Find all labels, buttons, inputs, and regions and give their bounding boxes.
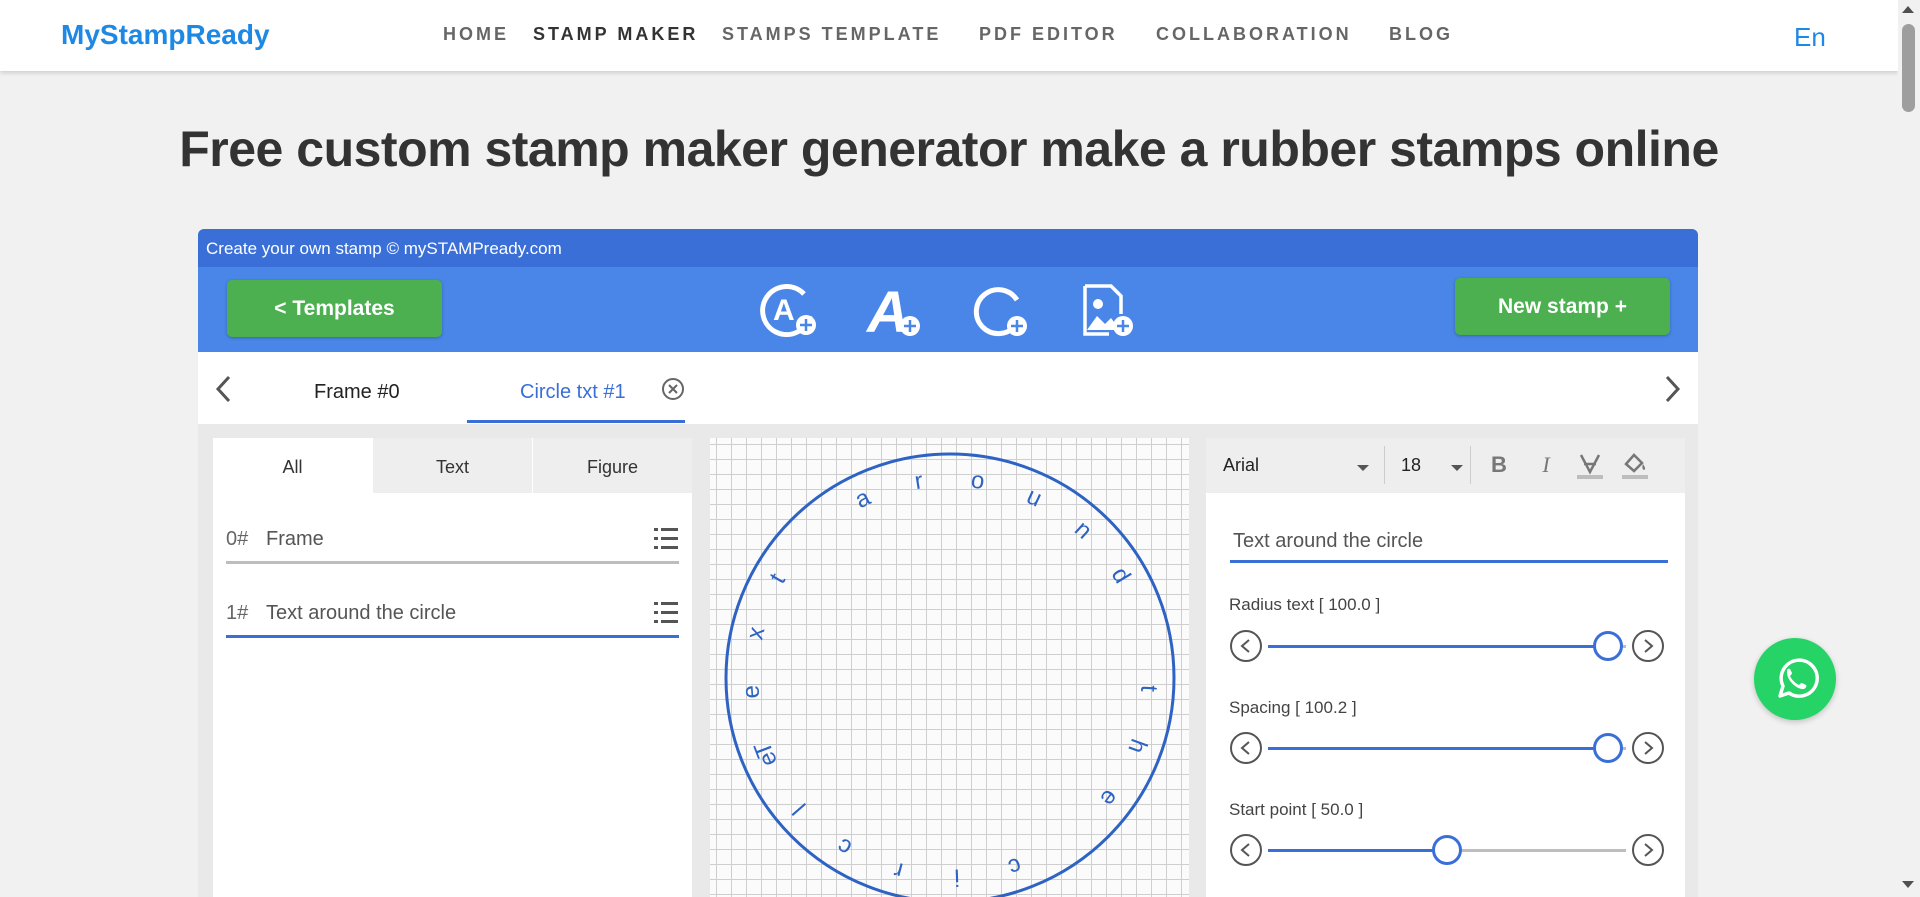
top-navbar: MyStampReady HOME STAMP MAKER STAMPS TEM… bbox=[0, 0, 1898, 71]
radius-slider-fill bbox=[1268, 645, 1609, 648]
radius-slider-knob[interactable] bbox=[1593, 631, 1624, 661]
properties-panel bbox=[1206, 438, 1685, 897]
templates-button[interactable]: < Templates bbox=[227, 280, 442, 337]
svg-text:A: A bbox=[773, 294, 795, 327]
scroll-thumb[interactable] bbox=[1902, 24, 1915, 112]
element-tabs-bar bbox=[198, 352, 1698, 425]
layer-label: Frame bbox=[266, 528, 324, 550]
start-point-slider-label: Start point [ 50.0 ] bbox=[1229, 800, 1364, 819]
circle-text-glyph: d bbox=[1106, 563, 1136, 588]
nav-stamps-template[interactable]: STAMPS TEMPLATE bbox=[722, 24, 941, 45]
whatsapp-button[interactable] bbox=[1754, 638, 1836, 720]
circle-text-input[interactable] bbox=[1230, 522, 1668, 563]
circle-text-glyph: r bbox=[891, 856, 906, 884]
stamp-canvas[interactable]: Textaroundthecircle bbox=[710, 438, 1189, 897]
stamp-circle bbox=[724, 452, 1176, 897]
spacing-slider-fill bbox=[1268, 747, 1609, 750]
start-point-decrease-icon[interactable] bbox=[1230, 834, 1262, 866]
close-tab-icon[interactable] bbox=[661, 377, 685, 401]
page-scrollbar[interactable] bbox=[1898, 0, 1920, 897]
bold-icon[interactable]: B bbox=[1484, 450, 1514, 480]
radius-decrease-icon[interactable] bbox=[1230, 630, 1262, 662]
circle-text-add-icon[interactable]: A bbox=[760, 280, 820, 340]
editor-header-text: Create your own stamp © mySTAMPready.com bbox=[206, 239, 562, 258]
tabs-next-icon[interactable] bbox=[1662, 374, 1682, 404]
circle-text-glyph: e bbox=[1094, 784, 1124, 811]
layer-row-frame[interactable]: 0# Frame bbox=[226, 518, 679, 564]
circle-text-glyph: n bbox=[1069, 516, 1097, 545]
radius-slider-label: Radius text [ 100.0 ] bbox=[1229, 595, 1381, 614]
scroll-up-icon[interactable] bbox=[1902, 6, 1914, 13]
list-icon[interactable] bbox=[654, 600, 678, 626]
layer-label: Text around the circle bbox=[266, 602, 457, 624]
brand-logo[interactable]: MyStampReady bbox=[61, 19, 270, 51]
layer-index: 0# bbox=[226, 528, 249, 550]
new-stamp-button[interactable]: New stamp + bbox=[1455, 278, 1670, 335]
tab-circle-txt-1[interactable]: Circle txt #1 bbox=[520, 381, 626, 404]
editor-header: Create your own stamp © mySTAMPready.com bbox=[198, 229, 1698, 267]
subtab-all[interactable]: All bbox=[213, 438, 372, 493]
nav-pdf-editor[interactable]: PDF EDITOR bbox=[979, 24, 1118, 45]
spacing-increase-icon[interactable] bbox=[1632, 732, 1664, 764]
whatsapp-icon bbox=[1778, 658, 1819, 698]
circle-text-glyph: o bbox=[969, 466, 986, 495]
circle-text-glyph: a bbox=[851, 484, 875, 514]
fill-color-icon[interactable] bbox=[1620, 450, 1650, 480]
font-select[interactable]: Arial bbox=[1223, 455, 1259, 476]
font-size-select[interactable]: 18 bbox=[1401, 455, 1421, 476]
tab-frame-0[interactable]: Frame #0 bbox=[314, 381, 400, 404]
layer-underline bbox=[226, 561, 679, 564]
circle-text-glyph: t bbox=[1135, 684, 1162, 692]
layer-underline bbox=[226, 635, 679, 638]
page-title: Free custom stamp maker generator make a… bbox=[179, 121, 1719, 177]
language-selector[interactable]: En bbox=[1794, 22, 1826, 53]
circle-text-glyph: u bbox=[1022, 482, 1046, 512]
nav-home[interactable]: HOME bbox=[443, 24, 509, 45]
spacing-slider-label: Spacing [ 100.2 ] bbox=[1229, 698, 1357, 717]
stamp-preview: Textar oundthecircle bbox=[724, 452, 1176, 897]
circle-text: Textar oundthecircle bbox=[737, 466, 1162, 890]
circle-add-icon[interactable] bbox=[971, 280, 1031, 340]
radius-increase-icon[interactable] bbox=[1632, 630, 1664, 662]
circle-text-glyph: h bbox=[1122, 735, 1152, 757]
text-add-icon[interactable]: A bbox=[865, 280, 925, 345]
tabs-prev-icon[interactable] bbox=[214, 374, 234, 404]
list-icon[interactable] bbox=[654, 526, 678, 552]
circle-text-glyph: t bbox=[764, 568, 791, 588]
text-color-icon[interactable] bbox=[1575, 450, 1605, 480]
image-add-icon[interactable] bbox=[1077, 280, 1137, 340]
active-tab-underline bbox=[467, 420, 685, 423]
subtab-figure[interactable]: Figure bbox=[533, 438, 692, 493]
spacing-slider-knob[interactable] bbox=[1593, 733, 1624, 763]
size-dropdown-icon[interactable] bbox=[1451, 465, 1463, 471]
format-divider bbox=[1470, 446, 1471, 484]
nav-collaboration[interactable]: COLLABORATION bbox=[1156, 24, 1352, 45]
layer-row-circle-text[interactable]: 1# Text around the circle bbox=[226, 592, 679, 638]
circle-text-glyph: r bbox=[913, 467, 925, 495]
layer-index: 1# bbox=[226, 602, 249, 624]
scroll-down-icon[interactable] bbox=[1902, 881, 1914, 888]
font-dropdown-icon[interactable] bbox=[1357, 465, 1369, 471]
spacing-decrease-icon[interactable] bbox=[1230, 732, 1262, 764]
start-point-increase-icon[interactable] bbox=[1632, 834, 1664, 866]
circle-text-glyph: e bbox=[737, 684, 765, 699]
circle-text-glyph: c bbox=[832, 832, 856, 861]
format-toolbar bbox=[1206, 438, 1685, 493]
start-point-slider-fill bbox=[1268, 849, 1447, 852]
format-divider bbox=[1384, 446, 1385, 484]
circle-text-glyph: x bbox=[741, 624, 770, 642]
italic-icon[interactable]: I bbox=[1531, 450, 1561, 480]
nav-stamp-maker[interactable]: STAMP MAKER bbox=[533, 24, 698, 45]
circle-text-glyph: c bbox=[1005, 852, 1025, 881]
circle-text-glyph: i bbox=[954, 863, 960, 890]
nav-blog[interactable]: BLOG bbox=[1389, 24, 1453, 45]
subtab-text[interactable]: Text bbox=[373, 438, 532, 493]
layers-panel bbox=[213, 438, 692, 897]
circle-text-glyph: l bbox=[788, 798, 812, 820]
start-point-slider-knob[interactable] bbox=[1432, 835, 1462, 865]
